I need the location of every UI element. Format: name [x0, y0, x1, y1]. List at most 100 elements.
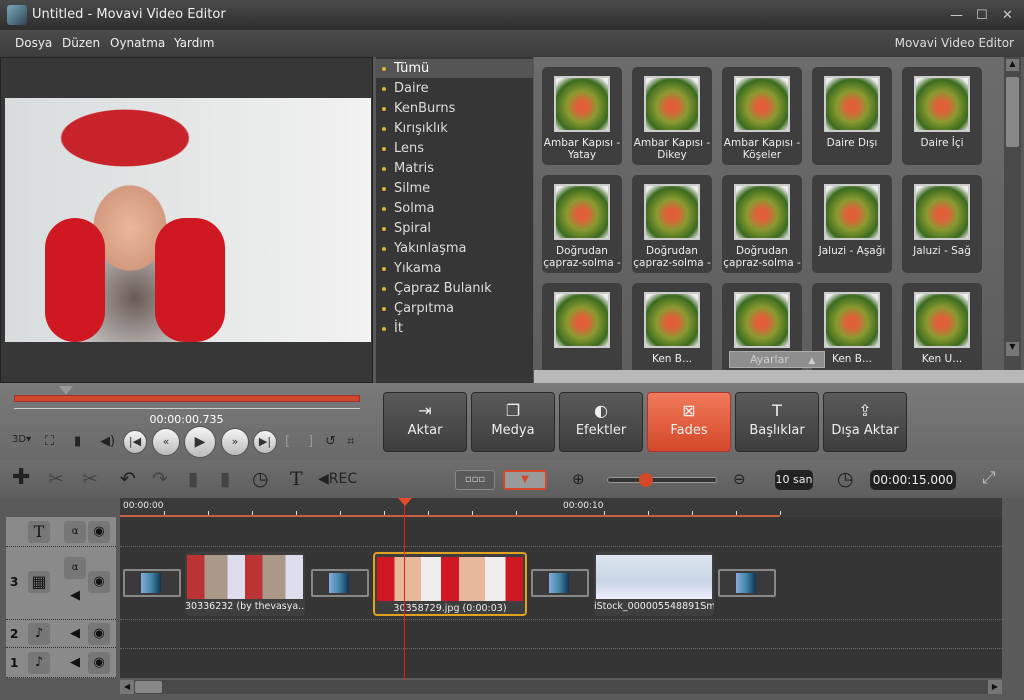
category-item[interactable]: Kırışıklık [376, 119, 533, 138]
go-end-button[interactable]: ▶| [253, 430, 277, 454]
category-item[interactable]: KenBurns [376, 99, 533, 118]
storyboard-view-button[interactable]: ▫▫▫ [455, 470, 495, 490]
zoom-slider[interactable] [607, 477, 717, 483]
settings-toggle[interactable]: Ayarlar ▲ [729, 351, 825, 368]
film-icon[interactable]: ▮ [74, 434, 81, 449]
tab-dışa-aktar[interactable]: ⇪ Dışa Aktar [823, 392, 907, 452]
transition-clip[interactable] [531, 569, 589, 597]
transition-tile[interactable]: Doğrudan çapraz-solma - [722, 175, 802, 273]
tab-medya[interactable]: ❐ Medya [471, 392, 555, 452]
eye-icon[interactable]: ◉ [88, 623, 110, 645]
effects-icon: ◐ [594, 401, 608, 420]
transition-tile[interactable]: Daire İçi [902, 67, 982, 165]
transition-tile[interactable]: Ambar Kapısı - Dikey [632, 67, 712, 165]
grid-scrollbar[interactable]: ▲ ▼ [1004, 57, 1021, 370]
transition-tile[interactable] [542, 283, 622, 381]
tab-fades[interactable]: ⊠ Fades [647, 392, 731, 452]
rewind-button[interactable]: « [152, 428, 180, 456]
timeline-view-button[interactable]: ▼ [503, 470, 547, 490]
category-item[interactable]: Çarpıtma [376, 299, 533, 318]
minimize-button[interactable]: — [950, 8, 963, 23]
mark-out-icon[interactable]: ] [308, 434, 313, 449]
menu-dosya[interactable]: Dosya [15, 36, 52, 50]
opacity-icon[interactable]: α [64, 557, 86, 579]
transition-tile[interactable]: Jaluzi - Sağ [902, 175, 982, 273]
menu-oynatma[interactable]: Oynatma [110, 36, 165, 50]
tab-başlıklar[interactable]: T Başlıklar [735, 392, 819, 452]
category-item[interactable]: İt [376, 319, 533, 338]
transition-clip[interactable] [718, 569, 776, 597]
transition-tile[interactable]: Ambar Kapısı - Yatay [542, 67, 622, 165]
category-item[interactable]: Tümü [376, 59, 533, 78]
category-item[interactable]: Yakınlaşma [376, 239, 533, 258]
transition-clip[interactable] [123, 569, 181, 597]
crop-icon[interactable]: ⌗ [347, 434, 354, 449]
add-icon[interactable]: ✚ [12, 465, 30, 490]
cut-icon[interactable]: ✂ [82, 468, 98, 490]
split-icon[interactable]: ✂ [48, 468, 64, 490]
category-item[interactable]: Matris [376, 159, 533, 178]
record-audio-icon[interactable]: ◀REC [318, 471, 357, 487]
fullscreen-icon[interactable]: ⛶ [45, 434, 54, 449]
tab-aktar[interactable]: ⇥ Aktar [383, 392, 467, 452]
category-item[interactable]: Lens [376, 139, 533, 158]
maximize-button[interactable]: ☐ [976, 8, 988, 23]
loop-icon[interactable]: ↺ [325, 434, 336, 449]
menu-yardim[interactable]: Yardım [174, 36, 214, 50]
transition-tile[interactable]: Doğrudan çapraz-solma - [542, 175, 622, 273]
category-item[interactable]: Çapraz Bulanık [376, 279, 533, 298]
transition-tile[interactable]: Ambar Kapısı - Köşeler [722, 67, 802, 165]
volume-icon[interactable]: ◀) [100, 434, 115, 449]
audio-detach-icon[interactable]: ▮ [188, 468, 198, 490]
volume-icon[interactable]: ◀ [64, 652, 86, 674]
playhead-marker[interactable] [398, 498, 412, 506]
redo-icon[interactable]: ↷ [152, 468, 168, 490]
transition-label: Daire Dışı [826, 137, 878, 149]
transition-tile[interactable]: Doğrudan çapraz-solma - [632, 175, 712, 273]
timeline-scrollbar[interactable]: ◀ ▶ [120, 680, 1002, 694]
zoom-out-icon[interactable]: ⊖ [733, 470, 746, 488]
category-item[interactable]: Spiral [376, 219, 533, 238]
video-clip[interactable]: iStock_000005548891Sm... [594, 552, 714, 616]
time-ruler[interactable]: 00:00:00 00:00:10 [120, 498, 1002, 517]
category-item[interactable]: Daire [376, 79, 533, 98]
volume-icon[interactable]: ◀ [64, 623, 86, 645]
category-item[interactable]: Silme [376, 179, 533, 198]
go-start-button[interactable]: |◀ [123, 430, 147, 454]
opacity-icon[interactable]: α [64, 521, 86, 543]
video-clip-selected[interactable]: 30358729.jpg (0:00:03) [373, 552, 527, 616]
transition-tile[interactable]: Jaluzi - Aşağı [812, 175, 892, 273]
tab-efektler[interactable]: ◐ Efektler [559, 392, 643, 452]
menu-duzen[interactable]: Düzen [62, 36, 100, 50]
3d-icon[interactable]: 3D▾ [12, 434, 31, 445]
transition-tile[interactable]: Ken B... [632, 283, 712, 381]
playhead[interactable] [404, 498, 405, 680]
eye-icon[interactable]: ◉ [88, 521, 110, 543]
fast-forward-button[interactable]: » [221, 428, 249, 456]
category-item[interactable]: Solma [376, 199, 533, 218]
duration-icon[interactable]: ◷ [252, 468, 269, 490]
zoom-in-icon[interactable]: ⊕ [572, 470, 585, 488]
undo-icon[interactable]: ↶ [120, 468, 136, 490]
mark-in-icon[interactable]: [ [285, 434, 290, 449]
speed-icon[interactable]: ▮ [220, 468, 230, 490]
video-clip[interactable]: 30336232 (by thevasya... [185, 552, 305, 616]
transition-clip[interactable] [311, 569, 369, 597]
fit-icon[interactable]: ⤢ [982, 468, 996, 488]
transition-label: Jaluzi - Aşağı [818, 245, 886, 257]
timeline-toolbar: ✚ ✂ ✂ ↶ ↷ ▮ ▮ ◷ T ◀REC ▫▫▫ ▼ ⊕ ⊖ 10 san … [0, 460, 1024, 498]
transition-label: Ken U... [921, 353, 963, 365]
transition-tile[interactable]: Daire Dışı [812, 67, 892, 165]
text-icon[interactable]: T [290, 468, 303, 490]
close-button[interactable]: ✕ [1002, 8, 1013, 23]
volume-icon[interactable]: ◀ [64, 585, 86, 607]
transition-tile[interactable]: Ken U... [902, 283, 982, 381]
seek-handle[interactable] [58, 386, 73, 395]
transition-label: Ambar Kapısı - Yatay [543, 137, 621, 161]
zoom-slider-handle[interactable] [638, 473, 653, 487]
eye-icon[interactable]: ◉ [88, 571, 110, 593]
seek-bar[interactable] [14, 395, 360, 402]
play-button[interactable]: ▶ [184, 426, 216, 458]
eye-icon[interactable]: ◉ [88, 652, 110, 674]
category-item[interactable]: Yıkama [376, 259, 533, 278]
